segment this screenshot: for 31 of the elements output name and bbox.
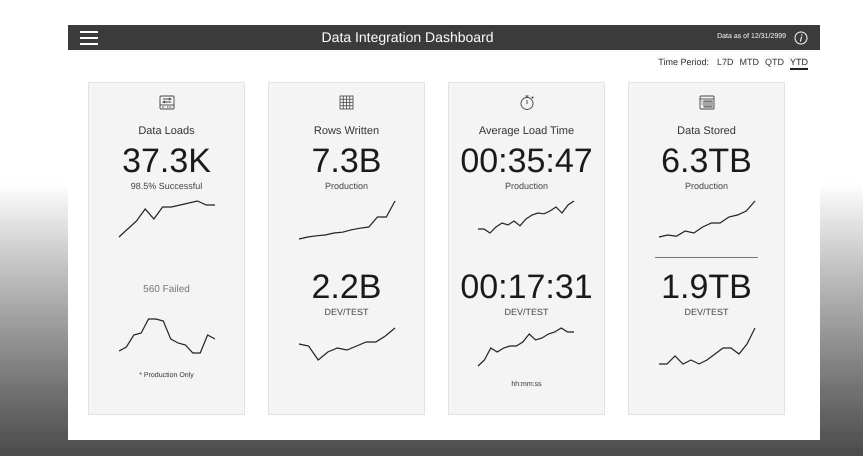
metric-value: 00:17:31 [460,268,593,306]
info-icon[interactable] [794,30,808,44]
metric-caption: Production [324,180,368,192]
metric-caption: Production [684,180,728,192]
metric-value: 6.3TB [661,142,752,180]
card-title: Data Stored [677,124,736,139]
dashboard-title: Data Integration Dashboard [322,28,494,47]
metric-value: 00:35:47 [460,142,593,180]
card-title: Data Loads [138,124,195,139]
time-period-tab[interactable]: MTD [740,56,759,70]
card-title: Rows Written [314,124,380,139]
metric-value: 37.3K [122,142,211,180]
metric-caption: DEV/TEST [504,306,548,319]
storage-icon [698,94,714,110]
metric-caption: DEV/TEST [684,306,728,319]
metric-value: 1.9TB [661,268,752,306]
time-period-tab[interactable]: YTD [790,56,808,70]
metric-caption: DEV/TEST [324,306,368,319]
metric-value: 7.3B [312,142,382,180]
drive-icon [158,94,174,110]
menu-icon[interactable] [80,30,98,44]
time-period-tab[interactable]: QTD [765,56,784,70]
time-period-label: Time Period: [658,56,709,70]
metric-caption: 98.5% Successful [130,180,202,192]
card-title: Average Load Time [478,124,574,139]
failed-count: 560 Failed [143,283,190,297]
grid-icon [339,94,354,110]
stopwatch-icon [518,94,534,110]
metric-value: 2.2B [312,268,382,306]
metric-caption: Production [504,180,548,192]
time-period-tab[interactable]: L7D [716,56,734,70]
